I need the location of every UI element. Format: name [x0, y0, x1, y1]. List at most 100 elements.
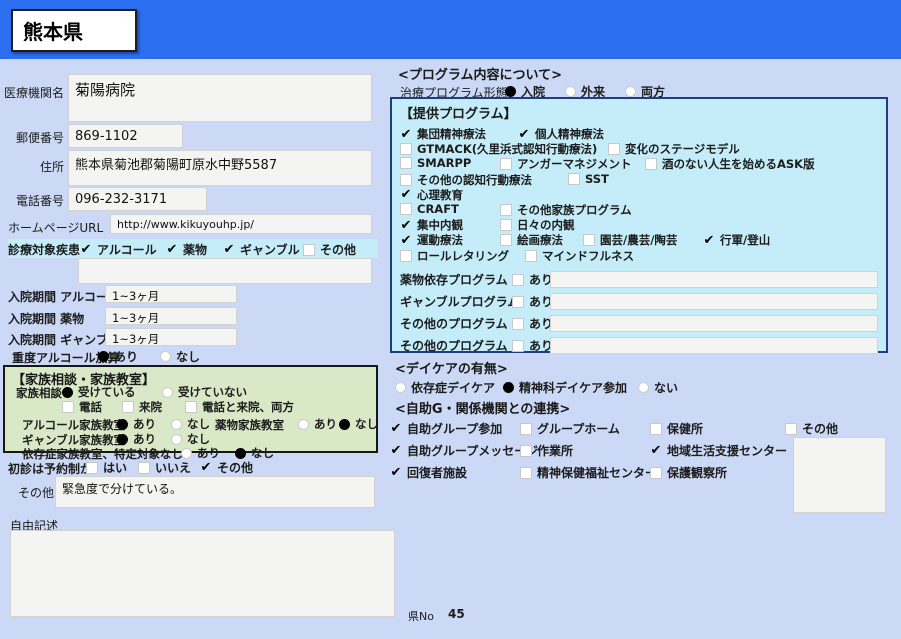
health-center-checkbox[interactable]: 保健所 [650, 420, 703, 437]
consult-visit-checkbox[interactable]: 来院 [122, 399, 162, 415]
reservation-yes-checkbox[interactable]: はい [86, 459, 127, 476]
radio-label: 精神科デイケア参加 [519, 381, 628, 395]
program-row: SMARPP アンガーマネジメント 酒のない人生を始めるASK版 [400, 156, 878, 171]
other-program-row-2: その他のプログラム あり [400, 335, 878, 357]
stay-alcohol-input[interactable]: 1~3ヶ月 [105, 285, 237, 303]
hiking-checkbox[interactable]: 行軍/登山 [703, 232, 770, 248]
network-other-detail-box[interactable] [793, 437, 886, 513]
checkbox-icon [400, 173, 412, 186]
institution-input[interactable]: 菊陽病院 [68, 74, 372, 122]
checkbox-icon [500, 158, 512, 171]
url-input[interactable]: http://www.kikuyouhp.jp/ [110, 214, 372, 234]
other-cbt-checkbox[interactable]: その他の認知行動療法 [400, 172, 532, 188]
daily-naikan-checkbox[interactable]: 日々の内観 [500, 217, 575, 233]
checkbox-label: 自助グループメッセージ [407, 444, 539, 458]
drug-class-nashi-radio[interactable]: なし [339, 416, 378, 432]
consult-not-receiving-radio[interactable]: 受けていない [162, 384, 247, 400]
checkbox-label: その他の認知行動療法 [417, 172, 532, 187]
smarpp-checkbox[interactable]: SMARPP [400, 156, 471, 170]
radio-label: あり [314, 417, 337, 431]
checkbox-label: グループホーム [537, 422, 620, 436]
drug-class-ari-radio[interactable]: あり [298, 416, 337, 432]
other-program-detail-input-1[interactable] [550, 315, 878, 333]
horticulture-checkbox[interactable]: 園芸/農芸/陶芸 [583, 232, 677, 248]
checkbox-label: 精神保健福祉センター [537, 466, 658, 480]
free-text-area[interactable] [10, 530, 395, 617]
other-program-label-2: その他のプログラム [400, 339, 508, 354]
other-program-ari-checkbox-2[interactable]: あり [512, 337, 553, 354]
self-help-group-checkbox[interactable]: 自助グループ参加 [390, 420, 502, 437]
disease-alcohol-checkbox[interactable]: アルコール [80, 241, 157, 258]
severe-nashi-radio[interactable]: なし [160, 348, 200, 365]
community-support-center-checkbox[interactable]: 地域生活支援センター [650, 442, 787, 459]
reservation-other-checkbox[interactable]: その他 [200, 459, 253, 476]
stage-of-change-checkbox[interactable]: 変化のステージモデル [608, 141, 740, 157]
severe-ari-radio[interactable]: あり [98, 348, 138, 365]
exercise-therapy-checkbox[interactable]: 運動療法 [400, 232, 463, 248]
group-home-checkbox[interactable]: グループホーム [520, 420, 620, 437]
other-family-program-checkbox[interactable]: その他家族プログラム [500, 202, 632, 218]
art-therapy-checkbox[interactable]: 絵画療法 [500, 232, 563, 248]
individual-psychotherapy-checkbox[interactable]: 個人精神療法 [518, 126, 604, 142]
consult-phone-checkbox[interactable]: 電話 [62, 399, 102, 415]
workshop-checkbox[interactable]: 作業所 [520, 442, 573, 459]
disease-other-checkbox[interactable]: その他 [303, 241, 356, 258]
postal-label: 郵便番号 [15, 131, 64, 145]
gambling-class-ari-radio[interactable]: あり [117, 431, 156, 447]
radio-icon [503, 382, 514, 393]
phone-label: 電話番号 [15, 194, 64, 208]
checkbox-icon [122, 401, 134, 413]
checkbox-label: 薬物 [183, 243, 208, 257]
network-other-checkbox[interactable]: その他 [785, 420, 838, 437]
address-label: 住所 [39, 160, 64, 174]
other-program-label-1: その他のプログラム [400, 317, 508, 332]
address-input[interactable]: 熊本県菊池郡菊陽町原水中野5587 [68, 150, 372, 186]
disease-other-detail-input[interactable] [78, 258, 372, 284]
other-note-input[interactable]: 緊急度で分けている。 [55, 476, 375, 508]
reservation-no-checkbox[interactable]: いいえ [138, 459, 191, 476]
phone-input[interactable]: 096-232-3171 [68, 187, 207, 211]
probation-office-checkbox[interactable]: 保護観察所 [650, 464, 727, 481]
gambling-program-detail-input[interactable] [550, 293, 878, 311]
self-help-message-checkbox[interactable]: 自助グループメッセージ [390, 442, 538, 459]
gtmack-checkbox[interactable]: GTMACK(久里浜式認知行動療法) [400, 141, 597, 157]
psychoeducation-checkbox[interactable]: 心理教育 [400, 187, 463, 203]
alcohol-class-ari-radio[interactable]: あり [117, 416, 156, 432]
other-program-detail-input-2[interactable] [550, 337, 878, 355]
radio-label: あり [133, 417, 156, 431]
gambling-program-ari-checkbox[interactable]: あり [512, 293, 553, 310]
checkbox-label: 集中内観 [417, 218, 463, 233]
alcohol-class-nashi-radio[interactable]: なし [171, 416, 210, 432]
psychiatric-daycare-radio[interactable]: 精神科デイケア参加 [503, 379, 627, 396]
ask-edition-checkbox[interactable]: 酒のない人生を始めるASK版 [645, 156, 815, 172]
anger-management-checkbox[interactable]: アンガーマネジメント [500, 156, 632, 172]
other-program-ari-checkbox-1[interactable]: あり [512, 315, 553, 332]
institution-label: 医療機関名 [3, 86, 64, 100]
disease-drug-checkbox[interactable]: 薬物 [166, 241, 207, 258]
mindfulness-checkbox[interactable]: マインドフルネス [525, 248, 634, 264]
addiction-daycare-radio[interactable]: 依存症デイケア [395, 379, 495, 396]
sst-checkbox[interactable]: SST [568, 172, 609, 186]
craft-checkbox[interactable]: CRAFT [400, 202, 459, 216]
checkbox-icon [86, 461, 98, 474]
postal-input[interactable]: 869-1102 [68, 124, 183, 148]
consult-both-checkbox[interactable]: 電話と来院、両方 [185, 399, 294, 415]
drug-program-ari-checkbox[interactable]: あり [512, 271, 553, 288]
mental-health-welfare-center-checkbox[interactable]: 精神保健福祉センター [520, 464, 657, 481]
group-psychotherapy-checkbox[interactable]: 集団精神療法 [400, 126, 486, 142]
radio-label: なし [176, 350, 201, 364]
radio-icon [98, 351, 109, 362]
intensive-naikan-checkbox[interactable]: 集中内観 [400, 217, 463, 233]
role-lettering-checkbox[interactable]: ロールレタリング [400, 248, 509, 264]
checkbox-label: アンガーマネジメント [517, 157, 632, 172]
consult-receiving-radio[interactable]: 受けている [62, 384, 136, 400]
stay-gambling-input[interactable]: 1~3ヶ月 [105, 328, 237, 346]
program-row: GTMACK(久里浜式認知行動療法) 変化のステージモデル [400, 141, 878, 156]
disease-gambling-checkbox[interactable]: ギャンブル [223, 241, 300, 258]
stay-drug-input[interactable]: 1~3ヶ月 [105, 307, 237, 325]
recovery-facility-checkbox[interactable]: 回復者施設 [390, 464, 467, 481]
radio-icon [117, 418, 128, 430]
drug-program-detail-input[interactable] [550, 271, 878, 289]
drug-family-class-label: 薬物家族教室 [215, 418, 284, 432]
no-daycare-radio[interactable]: ない [638, 379, 678, 396]
